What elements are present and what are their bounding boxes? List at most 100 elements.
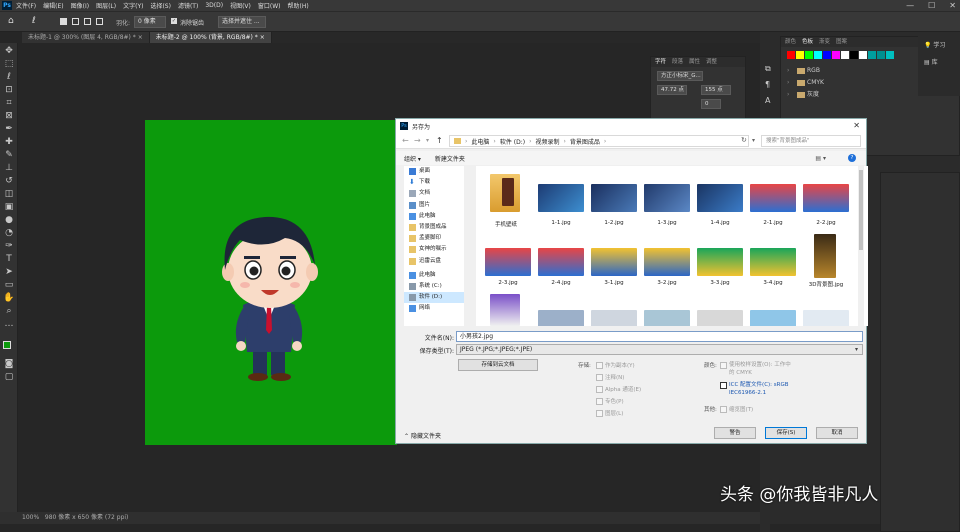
file-label[interactable]: 手机壁纸 [480,220,532,228]
add-selection-icon[interactable] [72,18,79,25]
object-select-icon[interactable]: ⊡ [3,85,15,96]
shape-tool-icon[interactable]: ▭ [3,280,15,291]
hide-folders-toggle[interactable]: ⌃ 隐藏文件夹 [404,431,441,440]
eraser-tool-icon[interactable]: ◫ [3,189,15,200]
marquee-tool-icon[interactable]: ⬚ [3,59,15,70]
lasso-tool-icon[interactable]: ℓ [32,16,36,26]
icc-profile-checkbox[interactable]: ICC 配置文件(C): sRGB IEC61966-2.1 [720,381,792,397]
history-icon[interactable]: ⧉ [765,64,773,73]
save-to-cloud-button[interactable]: 存储到云文档 [458,359,538,371]
file-label[interactable]: 3-4.jpg [747,280,799,286]
file-label[interactable]: 3-1.jpg [588,280,640,286]
hand-tool-icon[interactable]: ✋ [3,293,15,304]
more-tools-icon[interactable]: … [3,319,15,330]
nav-downloads[interactable]: ⬇ 下载 [404,177,466,188]
lasso-tool-icon[interactable]: ℓ [3,72,15,83]
dialog-close-button[interactable]: ✕ [853,121,860,130]
libraries-button[interactable]: ▤ 库 [918,53,960,70]
nav-network[interactable]: 网络 [404,303,466,314]
warning-button[interactable]: 警告 [714,427,756,439]
alpha-channels-checkbox[interactable]: Alpha 通道(E) [596,385,641,393]
filetype-select[interactable]: JPEG (*.JPG;*.JPEG;*.JPE) [456,344,863,355]
color-swatch[interactable] [805,51,813,59]
menu-help[interactable]: 帮助(H) [288,1,309,10]
file-thumb[interactable] [750,248,796,276]
menu-edit[interactable]: 编辑(E) [43,1,63,10]
tracking-field[interactable]: 0 [701,99,721,109]
color-swatch[interactable] [832,51,840,59]
file-label[interactable]: 2-4.jpg [535,280,587,286]
file-thumb[interactable] [644,248,690,276]
file-thumb[interactable] [803,310,849,326]
file-thumb[interactable] [538,248,584,276]
file-label[interactable]: 3D背景图.jpg [800,280,852,288]
file-thumb[interactable] [591,310,637,326]
file-label[interactable]: 2-1.jpg [747,220,799,226]
recent-chevron-icon[interactable]: ▾ [426,137,429,144]
feather-input[interactable]: 0 像素 [134,16,166,28]
filename-input[interactable]: 小男孩2.jpg [456,331,863,342]
nav-drive-d[interactable]: 软件 (D:) [404,292,466,304]
font-family-select[interactable]: 方正小标宋_G... [657,71,703,81]
nav-this-pc[interactable]: 此电脑 [404,211,466,222]
file-thumb[interactable] [644,310,690,326]
character-icon[interactable]: A [765,96,773,105]
paragraph-icon[interactable]: ¶ [765,80,773,89]
tab-color[interactable]: 颜色 [785,37,796,47]
new-folder-button[interactable]: 新建文件夹 [435,154,465,163]
menu-window[interactable]: 窗口(W) [258,1,281,10]
color-swatch[interactable] [796,51,804,59]
frame-tool-icon[interactable]: ⊠ [3,111,15,122]
file-thumb[interactable] [591,184,637,212]
breadcrumb-drive-d[interactable]: 软件 (D:) [500,137,525,146]
color-swatch[interactable] [886,51,894,59]
color-swatch[interactable] [859,51,867,59]
tab-document-2[interactable]: 未标题-2 @ 100% (背景, RGB/8#) * × [149,32,272,43]
nav-cloud[interactable]: 迅雷云盘 [404,256,466,267]
dodge-tool-icon[interactable]: ◔ [3,228,15,239]
document-canvas[interactable] [145,120,397,445]
blur-tool-icon[interactable]: ● [3,215,15,226]
thumbnail-checkbox[interactable]: 缩览图(T) [720,405,753,413]
menu-image[interactable]: 图像(I) [71,1,89,10]
tab-paragraph[interactable]: 段落 [672,57,683,67]
file-thumb[interactable] [814,234,836,278]
tab-adjustments[interactable]: 调整 [706,57,717,67]
stamp-tool-icon[interactable]: ⊥ [3,163,15,174]
close-app-button[interactable]: ✕ [949,0,956,11]
tab-swatches[interactable]: 色板 [802,37,813,47]
breadcrumb-current-folder[interactable]: 背景图成品 [570,137,600,146]
nav-this-pc-2[interactable]: 此电脑 [404,270,466,281]
pen-tool-icon[interactable]: ✑ [3,241,15,252]
breadcrumb-video[interactable]: 视频录制 [535,137,559,146]
menu-select[interactable]: 选择(S) [150,1,171,10]
intersect-selection-icon[interactable] [96,18,103,25]
menu-filter[interactable]: 滤镜(T) [178,1,198,10]
zoom-level[interactable]: 100% [22,514,39,521]
file-thumb[interactable] [697,310,743,326]
spot-colors-checkbox[interactable]: 专色(P) [596,397,624,405]
cancel-button[interactable]: 取消 [816,427,858,439]
file-thumb[interactable] [538,310,584,326]
brush-tool-icon[interactable]: ✎ [3,150,15,161]
search-input[interactable]: 搜索"背景图成品" [761,135,861,147]
breadcrumb[interactable]: › 此电脑 › 软件 (D:) › 视频录制 › 背景图成品 › [449,135,749,147]
notes-checkbox[interactable]: 注释(N) [596,373,624,381]
file-thumb[interactable] [750,184,796,212]
color-swatch[interactable] [823,51,831,59]
file-thumb[interactable] [591,248,637,276]
color-swatch[interactable] [841,51,849,59]
menu-type[interactable]: 文字(Y) [123,1,143,10]
gradient-tool-icon[interactable]: ▣ [3,202,15,213]
help-icon[interactable]: ? [848,154,856,162]
file-thumb[interactable] [697,248,743,276]
leading-field[interactable]: 155 点 [701,85,731,95]
menu-layer[interactable]: 图层(L) [96,1,116,10]
save-button[interactable]: 保存(S) [765,427,807,439]
up-arrow-icon[interactable]: ↑ [436,136,443,145]
menu-3d[interactable]: 3D(D) [205,2,223,9]
file-thumb[interactable] [538,184,584,212]
antialias-checkbox[interactable]: ✓ [171,18,177,24]
organize-button[interactable]: 组织 ▾ [404,154,421,163]
file-thumb[interactable] [803,184,849,212]
